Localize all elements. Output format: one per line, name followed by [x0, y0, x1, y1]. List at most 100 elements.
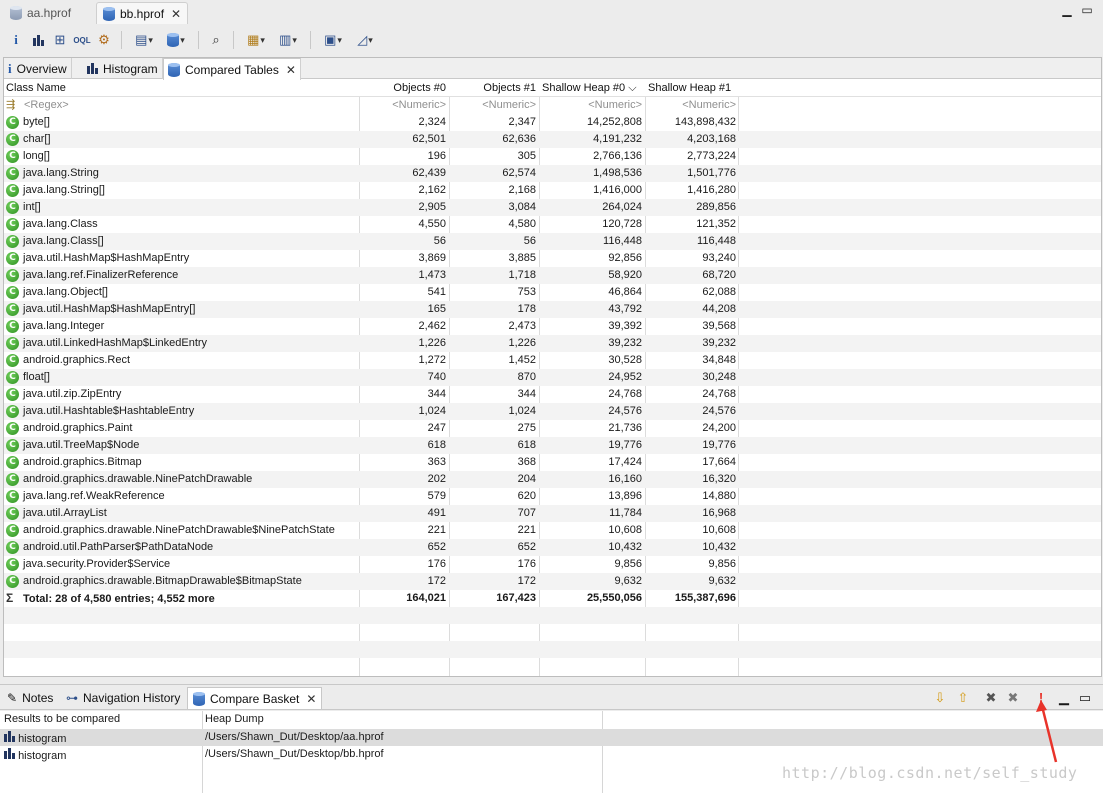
total-shallow-heap-0: 25,550,056	[586, 592, 642, 604]
objects-0-cell: 618	[427, 439, 446, 451]
navigation-history-icon: ⊶	[66, 691, 78, 705]
table-row[interactable]: Cjava.lang.ref.FinalizerReference 1,473 1,…	[4, 267, 1101, 284]
class-icon: C	[6, 149, 19, 163]
shallow-heap-1-cell: 62,088	[702, 286, 736, 298]
table-row[interactable]: Cjava.lang.Object[] 541 753 46,864 62,088	[4, 284, 1101, 301]
shallow-heap-1-cell: 121,352	[696, 218, 736, 230]
tab-navigation-history[interactable]: ⊶ Navigation History	[61, 687, 185, 709]
class-name-label: java.util.zip.ZipEntry	[23, 388, 122, 400]
remove-icon[interactable]: ✖	[983, 690, 999, 706]
close-icon[interactable]: ✕	[171, 7, 181, 21]
basket-row[interactable]: histogram /Users/Shawn_Dut/Desktop/aa.hp…	[0, 729, 1103, 746]
table-row[interactable]: Cjava.lang.Integer 2,462 2,473 39,392 39,568	[4, 318, 1101, 335]
regex-filter[interactable]: ⇶ <Regex>	[6, 97, 358, 114]
table-row[interactable]: Cjava.security.Provider$Service 176 176 9,8…	[4, 556, 1101, 573]
tab-notes[interactable]: ✎ Notes	[2, 687, 58, 709]
class-name-label: java.util.Hashtable$HashtableEntry	[23, 405, 195, 417]
table-row[interactable]: Candroid.graphics.Paint 247 275 21,736 24,20…	[4, 420, 1101, 437]
table-row[interactable]: Cjava.lang.String 62,439 62,574 1,498,536 1,…	[4, 165, 1101, 182]
search-icon[interactable]: ⌕	[206, 30, 226, 50]
shallow-heap-0-cell: 58,920	[608, 269, 642, 281]
class-icon: C	[6, 268, 19, 282]
column-header-objects-0[interactable]: Objects #0	[360, 80, 448, 97]
table-row[interactable]: Cjava.util.Hashtable$HashtableEntry 1,024…	[4, 403, 1101, 420]
editor-tab-aa[interactable]: aa.hprof	[4, 2, 77, 24]
table-row[interactable]: Candroid.graphics.drawable.BitmapDrawabl…	[4, 573, 1101, 590]
minimize-icon[interactable]: ▁	[1060, 3, 1074, 17]
class-name-cell: Cjava.security.Provider$Service	[6, 556, 358, 573]
table-row[interactable]: Candroid.graphics.Rect 1,272 1,452 30,528 34…	[4, 352, 1101, 369]
info-icon[interactable]: i	[6, 30, 26, 50]
table-row[interactable]: Cbyte[] 2,324 2,347 14,252,808 143,898,432	[4, 114, 1101, 131]
numeric-filter[interactable]: <Numeric>	[540, 97, 644, 114]
objects-1-cell: 618	[517, 439, 536, 451]
shallow-heap-0-cell: 24,576	[608, 405, 642, 417]
tab-compare-basket[interactable]: Compare Basket ✕	[187, 687, 323, 709]
table-row[interactable]: Cjava.util.TreeMap$Node 618 618 19,776 19,77…	[4, 437, 1101, 454]
editor-tab-bb[interactable]: bb.hprof ✕	[96, 2, 189, 24]
group-icon[interactable]: ▦	[241, 30, 271, 50]
table-row[interactable]: Candroid.graphics.drawable.NinePatchDraw…	[4, 522, 1101, 539]
export-icon[interactable]: ▣	[318, 30, 348, 50]
column-header-shallow-heap-0[interactable]: Shallow Heap #0 ⌵	[540, 80, 644, 97]
table-row[interactable]: Candroid.graphics.drawable.NinePatchDraw…	[4, 471, 1101, 488]
empty-row	[4, 607, 1101, 624]
close-icon[interactable]: ✕	[306, 692, 316, 706]
table-row[interactable]: Cjava.util.ArrayList 491 707 11,784 16,968	[4, 505, 1101, 522]
tab-histogram[interactable]: Histogram	[83, 58, 163, 79]
oql-icon[interactable]: OQL	[72, 30, 92, 50]
calculate-retained-size-icon[interactable]: ▥	[273, 30, 303, 50]
column-header-results[interactable]: Results to be compared	[4, 713, 120, 725]
table-row[interactable]: Clong[] 196 305 2,766,136 2,773,224	[4, 148, 1101, 165]
maximize-icon[interactable]: ▭	[1077, 690, 1093, 706]
objects-1-cell: 172	[517, 575, 536, 587]
table-row[interactable]: Cint[] 2,905 3,084 264,024 289,856	[4, 199, 1101, 216]
numeric-filter[interactable]: <Numeric>	[450, 97, 538, 114]
move-up-icon[interactable]: ⇧	[955, 690, 971, 706]
table-row[interactable]: Cjava.lang.ref.WeakReference 579 620 13,896…	[4, 488, 1101, 505]
column-header-shallow-heap-1[interactable]: Shallow Heap #1	[646, 80, 738, 97]
table-row[interactable]: Cjava.util.zip.ZipEntry 344 344 24,768 24,76…	[4, 386, 1101, 403]
maximize-icon[interactable]: ▭	[1080, 3, 1094, 17]
numeric-filter[interactable]: <Numeric>	[646, 97, 738, 114]
histogram-icon[interactable]	[28, 30, 48, 50]
table-row[interactable]: Cjava.util.HashMap$HashMapEntry[] 165 178 4…	[4, 301, 1101, 318]
numeric-filter[interactable]: <Numeric>	[360, 97, 448, 114]
basket-row[interactable]: histogram /Users/Shawn_Dut/Desktop/bb.hp…	[0, 746, 1103, 763]
table-row[interactable]: Cjava.util.HashMap$HashMapEntry 3,869 3,88…	[4, 250, 1101, 267]
histogram-icon	[4, 731, 15, 742]
table-row[interactable]: Cjava.lang.Class[] 56 56 116,448 116,448	[4, 233, 1101, 250]
table-row[interactable]: Cjava.lang.String[] 2,162 2,168 1,416,000 1,…	[4, 182, 1101, 199]
remove-all-icon[interactable]: ✖	[1005, 690, 1021, 706]
table-row[interactable]: Candroid.util.PathParser$PathDataNode 652…	[4, 539, 1101, 556]
table-row[interactable]: Cfloat[] 740 870 24,952 30,248	[4, 369, 1101, 386]
compare-icon[interactable]: ◿	[350, 30, 380, 50]
column-header-class-name[interactable]: Class Name	[6, 80, 358, 97]
tab-overview[interactable]: i Overview	[4, 58, 72, 79]
column-header-objects-1[interactable]: Objects #1	[450, 80, 538, 97]
close-icon[interactable]: ✕	[286, 63, 296, 77]
heap-dump-details-icon[interactable]: ⚙	[94, 30, 114, 50]
tab-compared-tables[interactable]: Compared Tables ✕	[163, 58, 301, 80]
column-header-heap-dump[interactable]: Heap Dump	[205, 713, 264, 725]
table-row[interactable]: Cjava.util.LinkedHashMap$LinkedEntry 1,22…	[4, 335, 1101, 352]
editor-tab-label: bb.hprof	[120, 6, 165, 21]
class-icon: C	[6, 336, 19, 350]
shallow-heap-1-cell: 289,856	[696, 201, 736, 213]
shallow-heap-1-cell: 1,501,776	[687, 167, 736, 179]
compared-tables-panel: i Overview Histogram Compared Tables ✕ C…	[3, 57, 1102, 677]
move-down-icon[interactable]: ⇩	[932, 690, 948, 706]
class-icon: C	[6, 370, 19, 384]
total-text: Total: 28 of 4,580 entries; 4,552 more	[23, 593, 215, 605]
table-row[interactable]: Cchar[] 62,501 62,636 4,191,232 4,203,168	[4, 131, 1101, 148]
table-row[interactable]: Candroid.graphics.Bitmap 363 368 17,424 17,6…	[4, 454, 1101, 471]
shallow-heap-0-cell: 14,252,808	[586, 116, 642, 128]
class-icon: C	[6, 574, 19, 588]
objects-1-cell: 305	[517, 150, 536, 162]
dominator-tree-icon[interactable]: ⊞	[50, 30, 70, 50]
query-browser-icon[interactable]	[161, 30, 191, 50]
objects-1-cell: 368	[517, 456, 536, 468]
run-expert-system-icon[interactable]: ▤	[129, 30, 159, 50]
table-row[interactable]: Cjava.lang.Class 4,550 4,580 120,728 121,352	[4, 216, 1101, 233]
class-icon: C	[6, 115, 19, 129]
